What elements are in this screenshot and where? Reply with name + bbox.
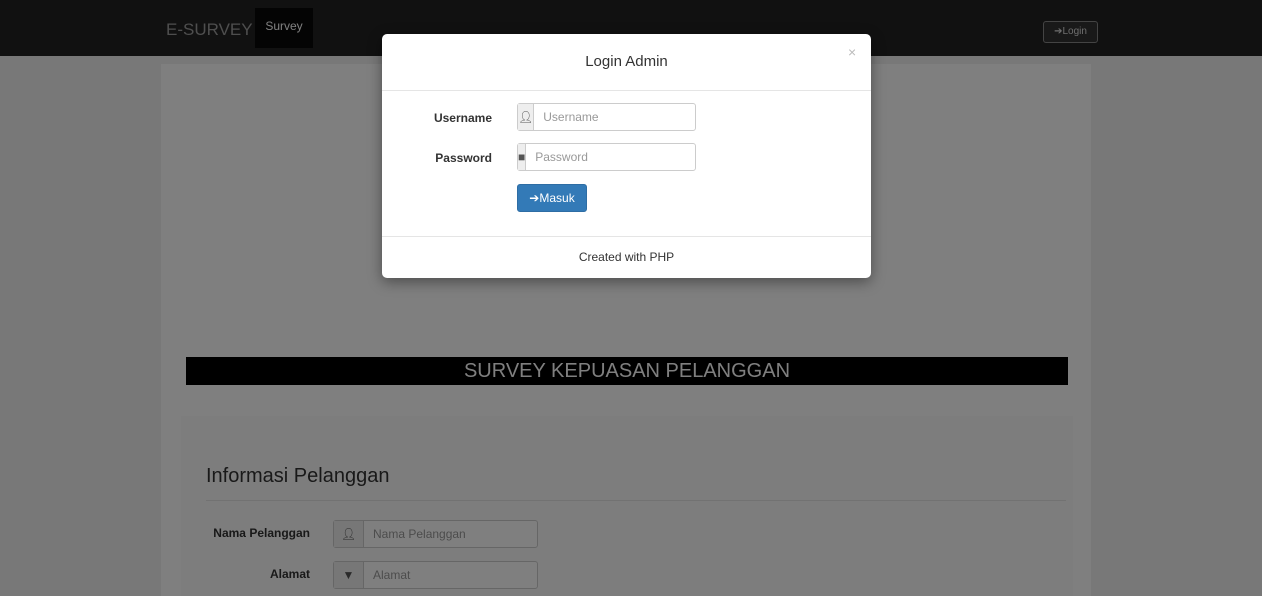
username-input[interactable] <box>534 104 708 130</box>
close-icon[interactable]: × <box>848 44 856 60</box>
username-group: 👤︎ <box>517 103 708 131</box>
masuk-button[interactable]: ➔Masuk <box>517 184 587 212</box>
login-modal: Login Admin × Username 👤︎ Password ■ ➔Ma… <box>382 34 871 278</box>
password-input[interactable] <box>526 144 700 170</box>
password-group: ■ <box>517 143 700 171</box>
masuk-button-label: Masuk <box>539 191 575 205</box>
password-label: Password <box>435 151 492 165</box>
footer-text: Created with PHP <box>578 250 675 264</box>
username-label: Username <box>433 111 492 125</box>
user-icon: 👤︎ <box>518 104 535 130</box>
login-icon: ➔ <box>529 191 540 205</box>
lock-icon: ■ <box>518 144 527 170</box>
modal-title: Login Admin <box>585 53 668 70</box>
